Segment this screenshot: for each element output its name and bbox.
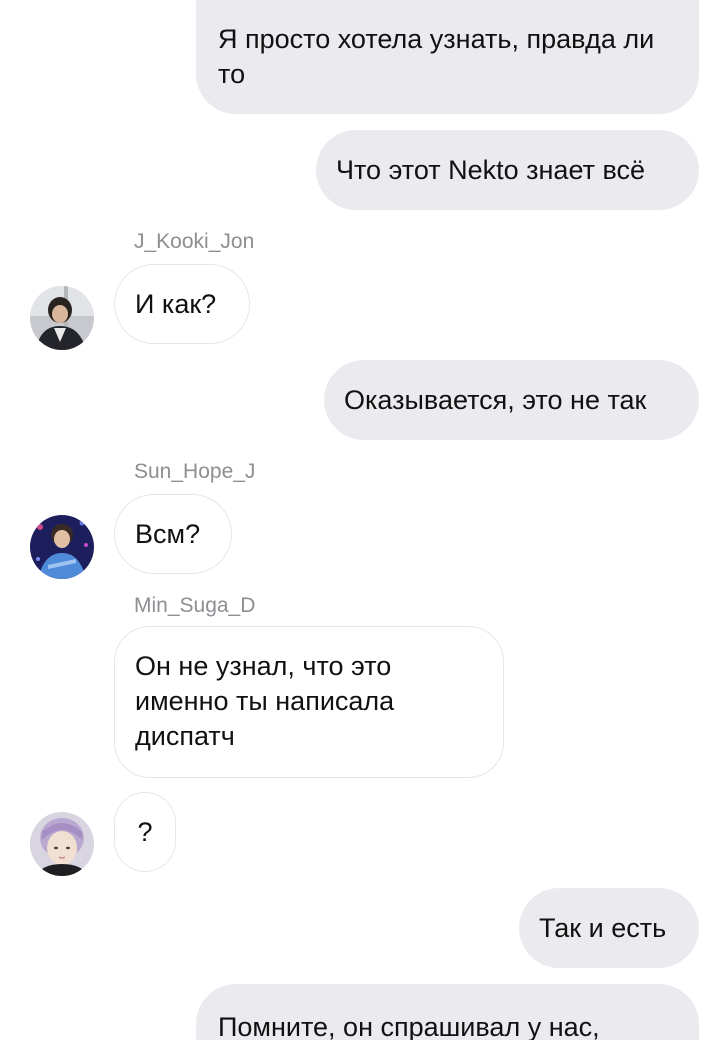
message-text: Я просто хотела узнать, правда ли то	[218, 24, 655, 89]
outgoing-message[interactable]: Помните, он спрашивал у нас,	[196, 984, 699, 1040]
message-text: И как?	[135, 288, 217, 319]
incoming-message[interactable]: И как?	[114, 264, 250, 344]
avatar[interactable]	[30, 515, 94, 579]
user-avatar-icon	[30, 515, 94, 579]
message-text: Оказывается, это не так	[344, 384, 647, 415]
sender-name: Min_Suga_D	[134, 594, 256, 617]
outgoing-message[interactable]: Оказывается, это не так	[324, 360, 699, 440]
message-text: ?	[137, 816, 153, 847]
user-avatar-icon	[30, 286, 94, 350]
message-text: Помните, он спрашивал у нас,	[218, 1012, 600, 1040]
incoming-message[interactable]: ?	[114, 792, 176, 872]
incoming-message[interactable]: Он не узнал, что это именно ты написала …	[114, 626, 504, 778]
sender-name: J_Kooki_Jon	[134, 230, 255, 253]
incoming-message[interactable]: Всм?	[114, 494, 232, 574]
outgoing-message[interactable]: Я просто хотела узнать, правда ли то	[196, 0, 699, 114]
avatar[interactable]	[30, 286, 94, 350]
sender-name: Sun_Hope_J	[134, 460, 256, 483]
message-text: Он не узнал, что это именно ты написала …	[135, 651, 395, 751]
avatar[interactable]	[30, 812, 94, 876]
outgoing-message[interactable]: Что этот Nekto знает всё	[316, 130, 699, 210]
message-text: Что этот Nekto знает всё	[336, 154, 645, 185]
message-text: Всм?	[135, 518, 201, 549]
outgoing-message[interactable]: Так и есть	[519, 888, 699, 968]
chat-thread: Я просто хотела узнать, правда ли то Что…	[0, 0, 720, 1040]
message-text: Так и есть	[539, 912, 667, 943]
user-avatar-icon	[30, 812, 94, 876]
